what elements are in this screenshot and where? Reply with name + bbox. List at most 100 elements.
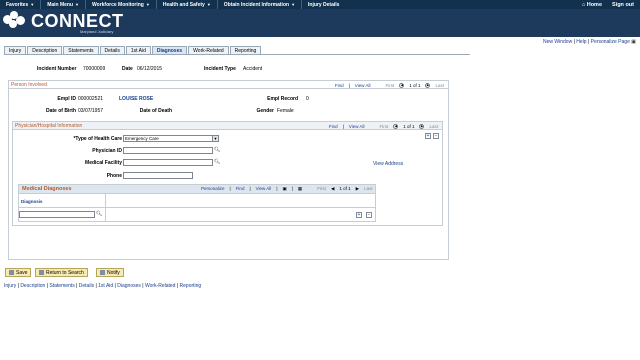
nav-injury-details[interactable]: Injury Details xyxy=(301,0,345,9)
tab-injury[interactable]: Injury xyxy=(4,46,27,54)
tab-first-aid[interactable]: 1st Aid xyxy=(125,46,151,54)
find-link[interactable]: Find xyxy=(329,124,338,129)
search-icon[interactable]: 🔍︎ xyxy=(214,147,220,153)
personalize-page-link[interactable]: Personalize Page xyxy=(591,39,630,45)
physician-id-input[interactable] xyxy=(123,147,213,154)
prev-icon[interactable]: ◀ xyxy=(393,123,399,129)
grid-column-divider xyxy=(105,193,106,222)
type-health-care-select[interactable]: Emergency Care ▼ xyxy=(123,135,219,142)
bottom-link-description[interactable]: Description xyxy=(20,283,45,289)
phone-input[interactable] xyxy=(123,172,193,179)
diagnosis-input[interactable] xyxy=(19,211,95,218)
search-icon[interactable]: 🔍︎ xyxy=(214,159,220,165)
physician-pager: Find | View All First ◀ 1 of 1 ▶ Last xyxy=(328,123,438,129)
empl-record-label: Empl Record xyxy=(267,96,298,102)
tab-description[interactable]: Description xyxy=(27,46,63,54)
personalize-link[interactable]: Personalize xyxy=(201,186,225,192)
prev-icon[interactable]: ◀ xyxy=(399,82,405,88)
first-link[interactable]: First xyxy=(379,124,388,129)
help-link[interactable]: Help xyxy=(576,39,586,45)
bottom-link-statements[interactable]: Statements xyxy=(49,283,74,289)
spreadsheet-icon[interactable]: ▦ xyxy=(298,186,302,192)
type-health-care-label: *Type of Health Care xyxy=(73,136,122,142)
add-row-button[interactable]: + xyxy=(425,133,431,139)
chevron-down-icon: ▼ xyxy=(291,2,296,7)
medical-facility-input[interactable] xyxy=(123,159,213,166)
nav-main-menu[interactable]: Main Menu ▼ xyxy=(40,0,85,9)
view-all-link[interactable]: View All xyxy=(349,124,365,129)
diagnoses-tools: Personalize | Find | View All | ▣ | ▦ Fi… xyxy=(201,186,373,192)
gender-label: Gender xyxy=(256,108,274,114)
incident-type-value: Accident xyxy=(243,66,263,72)
new-window-link[interactable]: New Window xyxy=(543,39,572,45)
dob-value: 03/07/1957 xyxy=(78,108,104,114)
date-value: 06/12/2015 xyxy=(137,66,163,72)
last-link[interactable]: Last xyxy=(429,124,438,129)
notify-button[interactable]: Notify xyxy=(96,268,124,277)
bottom-link-injury[interactable]: Injury xyxy=(4,283,16,289)
incident-number-value: 70000009 xyxy=(83,66,106,72)
bottom-link-work-related[interactable]: Work-Related xyxy=(145,283,175,289)
delete-row-button[interactable]: − xyxy=(433,133,439,139)
top-nav-bar: Favorites ▼ Main Menu ▼ Workforce Monitori… xyxy=(0,0,640,9)
chevron-down-icon: ▼ xyxy=(212,136,218,141)
nav-favorites[interactable]: Favorites ▼ xyxy=(0,0,40,9)
tab-reporting[interactable]: Reporting xyxy=(229,46,262,54)
last-link[interactable]: Last xyxy=(364,186,373,192)
chevron-down-icon: ▼ xyxy=(30,2,35,7)
grid-divider xyxy=(19,207,375,208)
next-icon[interactable]: ▶ xyxy=(356,186,359,192)
search-icon[interactable]: 🔍︎ xyxy=(96,211,102,217)
home-icon: ⌂ xyxy=(581,1,586,8)
bottom-link-first-aid[interactable]: 1st Aid xyxy=(98,283,113,289)
view-all-link[interactable]: View All xyxy=(256,186,272,192)
dod-label: Date of Death xyxy=(139,108,172,114)
nav-obtain-incident-info[interactable]: Obtain Incident Information ▼ xyxy=(216,0,301,9)
new-window-icon[interactable]: ▣ xyxy=(282,186,286,192)
first-link[interactable]: First xyxy=(385,83,394,88)
prev-icon[interactable]: ◀ xyxy=(331,186,334,192)
empl-id-label: Empl ID xyxy=(57,96,76,102)
phone-label: Phone xyxy=(106,173,122,179)
connect-logo: CONNECT xyxy=(3,11,124,31)
return-to-search-button[interactable]: Return to Search xyxy=(35,268,88,277)
dob-label: Date of Birth xyxy=(46,108,76,114)
logo-mark-icon xyxy=(3,11,27,31)
bottom-tab-links: Injury | Description | Statements | Deta… xyxy=(4,283,202,289)
tab-work-related[interactable]: Work-Related xyxy=(188,46,229,54)
find-link[interactable]: Find xyxy=(335,83,344,88)
last-link[interactable]: Last xyxy=(435,83,444,88)
date-label: Date xyxy=(122,66,133,72)
delete-row-button[interactable]: − xyxy=(366,212,372,218)
find-link[interactable]: Find xyxy=(236,186,245,192)
first-link[interactable]: First xyxy=(317,186,326,192)
chevron-down-icon: ▼ xyxy=(206,2,211,7)
tab-statements[interactable]: Statements xyxy=(63,46,99,54)
view-address-link[interactable]: View Address xyxy=(373,161,403,167)
chevron-down-icon: ▼ xyxy=(75,2,80,7)
home-link[interactable]: ⌂ Home xyxy=(582,2,602,8)
nav-health-safety[interactable]: Health and Safety ▼ xyxy=(155,0,217,9)
next-icon[interactable]: ▶ xyxy=(425,82,431,88)
gender-value: Female xyxy=(277,108,294,114)
employee-name: LOUISE ROSE xyxy=(119,96,154,102)
bottom-link-reporting[interactable]: Reporting xyxy=(180,283,202,289)
bottom-link-details[interactable]: Details xyxy=(79,283,94,289)
save-button[interactable]: Save xyxy=(5,268,32,277)
tab-diagnoses[interactable]: Diagnoses xyxy=(151,46,188,54)
diagnoses-title: Medical Diagnoses xyxy=(22,186,72,192)
brand-sub: Maryland Judiciary xyxy=(80,29,114,34)
notify-icon xyxy=(100,270,105,275)
brand-name: CONNECT xyxy=(31,11,124,31)
nav-workforce-monitoring[interactable]: Workforce Monitoring ▼ xyxy=(85,0,156,9)
tab-divider xyxy=(4,54,470,55)
view-all-link[interactable]: View All xyxy=(355,83,371,88)
signout-link[interactable]: Sign out xyxy=(612,2,634,8)
empl-record-value: 0 xyxy=(306,96,309,102)
next-icon[interactable]: ▶ xyxy=(419,123,425,129)
tab-details[interactable]: Details xyxy=(99,46,125,54)
add-row-button[interactable]: + xyxy=(356,212,362,218)
return-icon xyxy=(39,270,44,275)
chevron-down-icon: ▼ xyxy=(145,2,150,7)
bottom-link-diagnoses[interactable]: Diagnoses xyxy=(117,283,141,289)
